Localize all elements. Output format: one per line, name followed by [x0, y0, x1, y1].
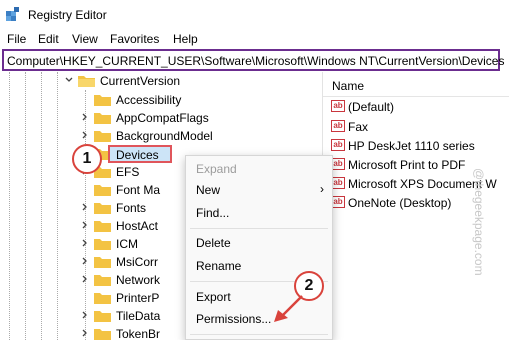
- tree-item-label: HostAct: [116, 219, 159, 233]
- tree-item-label: Fonts: [116, 201, 147, 215]
- folder-icon: [94, 95, 111, 106]
- menu-help[interactable]: Help: [173, 32, 198, 46]
- chevron-right-icon[interactable]: [80, 310, 90, 320]
- selected-key-highlight[interactable]: Devices: [108, 145, 172, 163]
- folder-open-icon: [78, 76, 95, 87]
- chevron-right-icon[interactable]: [80, 274, 90, 284]
- address-bar[interactable]: Computer\HKEY_CURRENT_USER\Software\Micr…: [2, 49, 504, 71]
- value-name: HP DeskJet 1110 series: [348, 139, 475, 153]
- folder-icon: [94, 275, 111, 286]
- tree-guide-line: [41, 72, 42, 340]
- tree-item-label: AppCompatFlags: [116, 111, 209, 125]
- menu-edit[interactable]: Edit: [38, 32, 59, 46]
- chevron-right-icon[interactable]: [80, 202, 90, 212]
- menu-separator: [190, 228, 328, 229]
- folder-icon: [94, 221, 111, 232]
- string-value-icon: ab: [331, 100, 345, 112]
- watermark: @thegeekpage.com: [472, 168, 486, 276]
- folder-icon: [94, 113, 111, 124]
- tree-item-label: MsiCorr: [116, 255, 158, 269]
- chevron-right-icon[interactable]: [80, 328, 90, 338]
- string-value-icon: ab: [331, 158, 345, 170]
- tree-item-label: Network: [116, 273, 161, 287]
- menu-item-rename[interactable]: Rename: [196, 259, 241, 273]
- context-menu: Expand New › Find... Delete Rename Expor…: [185, 155, 333, 340]
- header-divider: [323, 96, 509, 97]
- menu-item-export[interactable]: Export: [196, 290, 231, 304]
- tree-item-label: Accessibility: [116, 93, 182, 107]
- folder-icon: [94, 329, 111, 340]
- address-path: Computer\HKEY_CURRENT_USER\Software\Micr…: [7, 54, 505, 68]
- tree-item-label: TokenBr: [116, 327, 161, 340]
- folder-icon: [94, 239, 111, 250]
- tree-item-label: BackgroundModel: [116, 129, 213, 143]
- chevron-right-icon[interactable]: [80, 112, 90, 122]
- menu-item-delete[interactable]: Delete: [196, 236, 231, 250]
- menu-separator: [190, 334, 328, 335]
- tree-item-label: Devices: [116, 148, 159, 162]
- tree-item-label: ICM: [116, 237, 138, 251]
- chevron-right-icon[interactable]: [80, 238, 90, 248]
- tree-item-label: EFS: [116, 165, 140, 179]
- folder-icon: [94, 293, 111, 304]
- tree-guide-line: [9, 72, 10, 340]
- folder-icon: [94, 203, 111, 214]
- menu-item-new[interactable]: New: [196, 183, 220, 197]
- window-title: Registry Editor: [28, 8, 107, 22]
- registry-editor-icon: [6, 7, 19, 21]
- menu-item-find[interactable]: Find...: [196, 206, 229, 220]
- tree-item-label: CurrentVersion: [100, 74, 181, 88]
- folder-icon: [94, 185, 111, 196]
- menu-bar: File Edit View Favorites Help: [0, 30, 509, 48]
- chevron-right-icon[interactable]: [80, 220, 90, 230]
- chevron-down-icon[interactable]: [64, 75, 74, 85]
- string-value-icon: ab: [331, 177, 345, 189]
- value-name: Microsoft Print to PDF: [348, 158, 466, 172]
- string-value-icon: ab: [331, 139, 345, 151]
- value-name: OneNote (Desktop): [348, 196, 452, 210]
- tree-item-label: PrinterP: [116, 291, 160, 305]
- string-value-icon: ab: [331, 120, 345, 132]
- annotation-arrow: [274, 295, 303, 322]
- tree-guide-line: [85, 90, 86, 340]
- chevron-right-icon[interactable]: [80, 256, 90, 266]
- menu-item-expand[interactable]: Expand: [196, 162, 237, 176]
- tree-guide-line: [25, 72, 26, 340]
- tree-item-label: Font Ma: [116, 183, 161, 197]
- folder-icon: [94, 257, 111, 268]
- menu-view[interactable]: View: [72, 32, 98, 46]
- chevron-right-icon: ›: [320, 182, 324, 196]
- value-name: Fax: [348, 120, 369, 134]
- value-name: (Default): [348, 100, 395, 114]
- step-1-badge: 1: [72, 144, 102, 174]
- column-header-name[interactable]: Name: [332, 79, 364, 93]
- folder-icon: [94, 131, 111, 142]
- menu-file[interactable]: File: [7, 32, 26, 46]
- chevron-right-icon[interactable]: [80, 130, 90, 140]
- menu-favorites[interactable]: Favorites: [110, 32, 159, 46]
- tree-guide-line: [57, 72, 58, 340]
- tree-item-label: TileData: [116, 309, 161, 323]
- string-value-icon: ab: [331, 196, 345, 208]
- folder-icon: [94, 311, 111, 322]
- title-bar: Registry Editor: [0, 0, 509, 30]
